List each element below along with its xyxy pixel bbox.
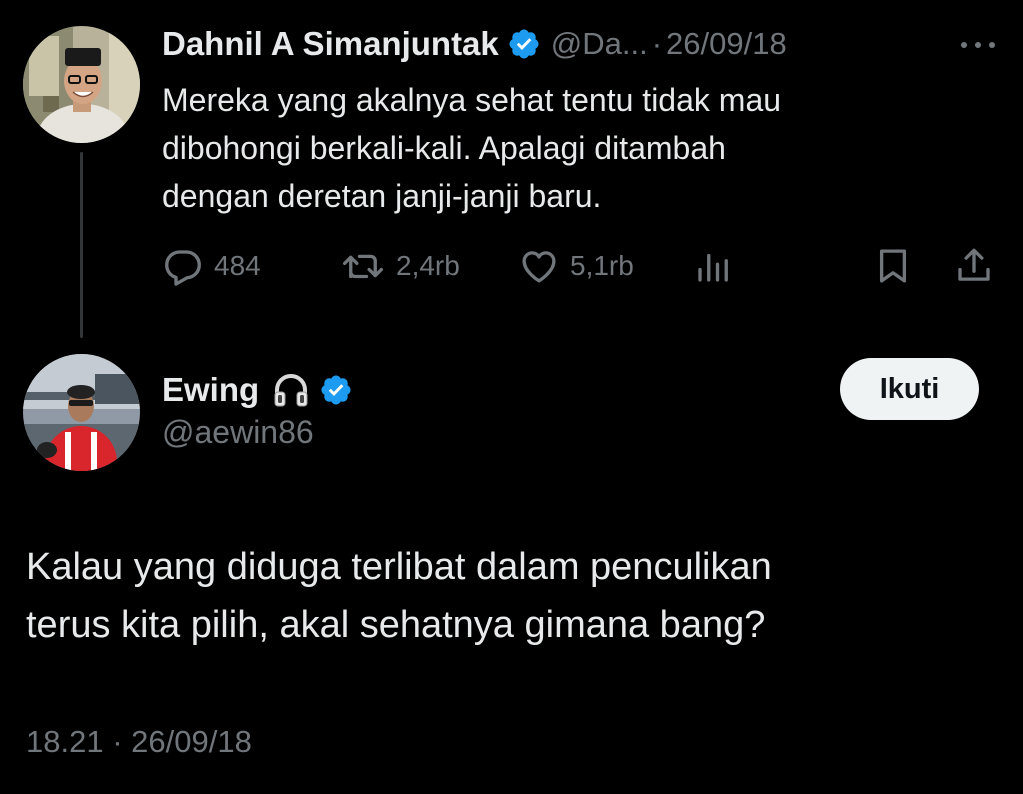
reply-icon xyxy=(162,245,204,287)
reply-tweet-line: terus kita pilih, akal sehatnya gimana b… xyxy=(26,604,766,646)
parent-tweet-text: Mereka yang akalnya sehat tentu tidak ma… xyxy=(162,76,962,220)
more-icon[interactable] xyxy=(958,30,998,60)
verified-badge-icon[interactable] xyxy=(507,27,541,61)
headphones-icon xyxy=(271,370,311,410)
thread-connector-line xyxy=(80,152,83,338)
parent-author-avatar[interactable] xyxy=(23,26,140,143)
retweet-icon xyxy=(340,245,386,287)
like-count: 5,1rb xyxy=(570,250,634,281)
share-button[interactable] xyxy=(953,240,995,292)
retweet-count: 2,4rb xyxy=(396,250,460,281)
reply-timestamp[interactable]: 18.21 · 26/09/18 xyxy=(26,724,252,760)
like-icon xyxy=(518,245,560,287)
reply-button[interactable]: 484 xyxy=(162,240,261,292)
reply-author-handle[interactable]: @aewin86 xyxy=(162,414,314,451)
tweet-thread-screen: Dahnil A Simanjuntak @Da... · 26/09/18 M… xyxy=(0,0,1023,794)
like-button[interactable]: 5,1rb xyxy=(518,240,634,292)
views-button[interactable] xyxy=(693,240,735,292)
timestamp-separator: · xyxy=(112,724,123,759)
parent-tweet-line: dibohongi berkali-kali. Apalagi ditambah xyxy=(162,130,726,166)
header-separator: · xyxy=(651,26,663,61)
parent-author-name[interactable]: Dahnil A Simanjuntak xyxy=(162,25,499,63)
reply-tweet-text: Kalau yang diduga terlibat dalam penculi… xyxy=(26,538,986,654)
parent-tweet-line: dengan deretan janji-janji baru. xyxy=(162,178,602,214)
reply-tweet-line: Kalau yang diduga terlibat dalam penculi… xyxy=(26,546,772,588)
parent-tweet-date[interactable]: 26/09/18 xyxy=(666,26,787,62)
reply-author-name[interactable]: Ewing xyxy=(162,371,259,409)
parent-tweet-line: Mereka yang akalnya sehat tentu tidak ma… xyxy=(162,82,782,118)
retweet-button[interactable]: 2,4rb xyxy=(340,240,460,292)
reply-author-avatar[interactable] xyxy=(23,354,140,471)
reply-time: 18.21 xyxy=(26,724,104,759)
parent-tweet-header: Dahnil A Simanjuntak @Da... · 26/09/18 xyxy=(162,22,787,66)
parent-author-handle[interactable]: @Da... xyxy=(551,26,648,62)
reply-date: 26/09/18 xyxy=(131,724,252,759)
bookmark-button[interactable] xyxy=(872,240,914,292)
reply-tweet-header: Ewing xyxy=(162,366,353,414)
follow-button[interactable]: Ikuti xyxy=(840,358,979,420)
verified-badge-icon[interactable] xyxy=(319,373,353,407)
parent-tweet-action-bar: 484 2,4rb 5,1rb xyxy=(160,240,1000,292)
share-icon xyxy=(953,245,995,287)
views-icon xyxy=(693,245,735,287)
reply-count: 484 xyxy=(214,250,261,281)
bookmark-icon xyxy=(872,245,914,287)
